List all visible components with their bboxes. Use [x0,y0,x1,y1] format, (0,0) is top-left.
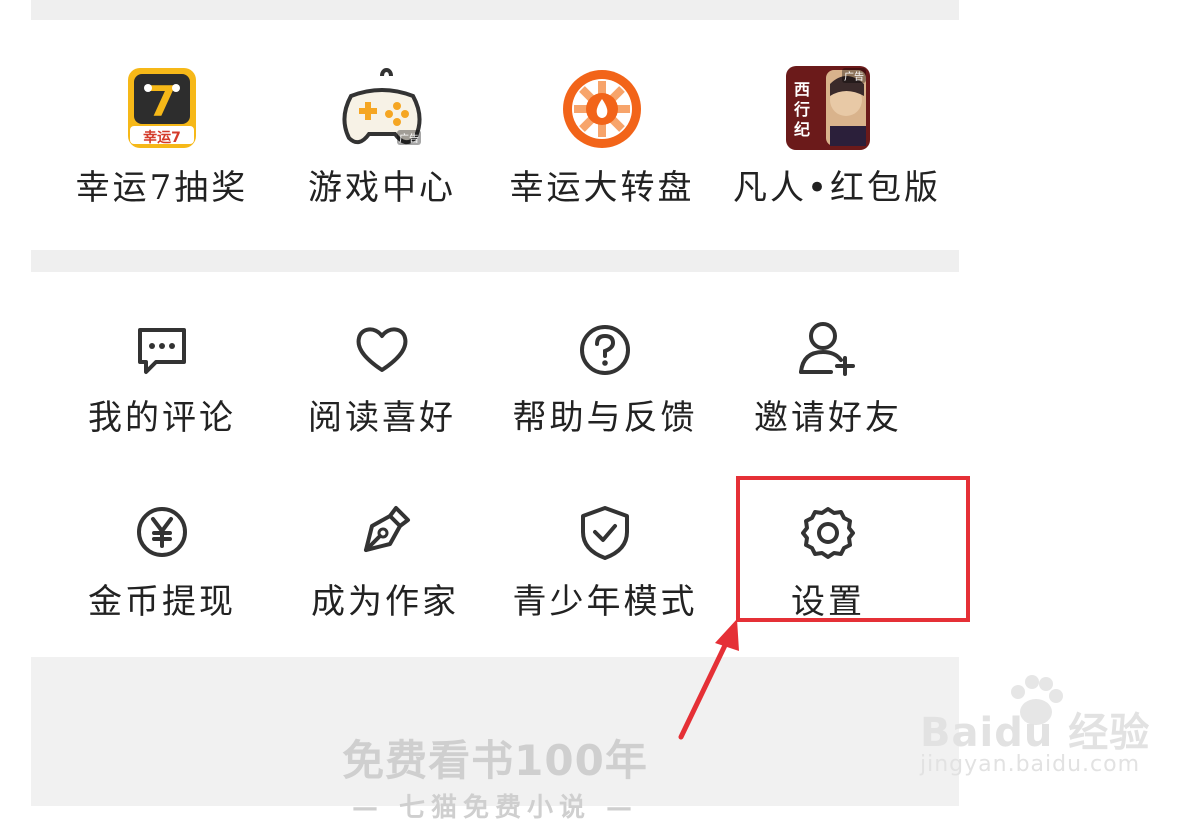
yuan-coin-icon [134,504,190,560]
game-app-item[interactable]: 西行纪 广告 凡人•红包版 [733,62,942,212]
lucky-wheel-label: 幸运大转盘 [509,168,695,208]
coin-withdraw-label: 金币提现 [88,582,236,622]
help-icon [577,322,633,378]
lucky-wheel-icon [561,68,643,150]
game-center-item[interactable]: 广告 游戏中心 [287,62,477,212]
section-separator [31,250,959,272]
game-app-icon: 西行纪 广告 [786,66,870,150]
settings-highlight-box [736,476,970,622]
annotation-arrow [675,615,745,749]
ad-tag: 广告 [842,68,866,83]
become-writer-label: 成为作家 [311,582,459,622]
coin-withdraw-item[interactable]: 金币提现 [67,502,257,622]
watermark-url: jingyan.baidu.com [920,752,1141,777]
top-separator [31,0,959,20]
help-feedback-label: 帮助与反馈 [512,398,698,438]
teen-mode-item[interactable]: 青少年模式 [510,502,700,622]
game-app-label: 凡人•红包版 [733,168,942,208]
reading-prefs-label: 阅读喜好 [308,398,456,438]
comment-icon [134,322,190,378]
game-center-label: 游戏中心 [308,168,456,208]
heart-icon [353,322,411,378]
my-comments-label: 我的评论 [88,398,236,438]
lucky-seven-badge: 幸运7 [143,130,181,146]
baidu-watermark: Baidu 经验 jingyan.baidu.com [920,675,1160,790]
svg-text:7: 7 [147,77,176,126]
lucky-seven-label: 幸运7抽奖 [75,168,249,208]
invite-friends-label: 邀请好友 [754,398,902,438]
reading-prefs-item[interactable]: 阅读喜好 [287,318,477,438]
lucky-wheel-item[interactable]: 幸运大转盘 [507,62,697,212]
game-app-art-text: 西行纪 [793,80,810,139]
pen-icon [356,502,414,560]
ad-tag: 广告 [397,130,421,145]
shield-check-icon [577,504,633,562]
add-user-icon [797,320,859,378]
gamepad-icon: 广告 [339,68,425,152]
watermark-brand: Baidu 经验 [920,710,1151,756]
my-comments-item[interactable]: 我的评论 [67,318,257,438]
footer-banner: 免费看书100年 — 七猫免费小说 — [31,657,959,823]
help-feedback-item[interactable]: 帮助与反馈 [510,318,700,438]
lucky-seven-icon: 7 幸运7 [124,66,200,150]
lucky-seven-item[interactable]: 7 幸运7 幸运7抽奖 [67,62,257,212]
invite-friends-item[interactable]: 邀请好友 [733,318,923,438]
become-writer-item[interactable]: 成为作家 [290,502,480,622]
teen-mode-label: 青少年模式 [512,582,698,622]
footer-slogan: 免费看书100年 [342,736,648,785]
